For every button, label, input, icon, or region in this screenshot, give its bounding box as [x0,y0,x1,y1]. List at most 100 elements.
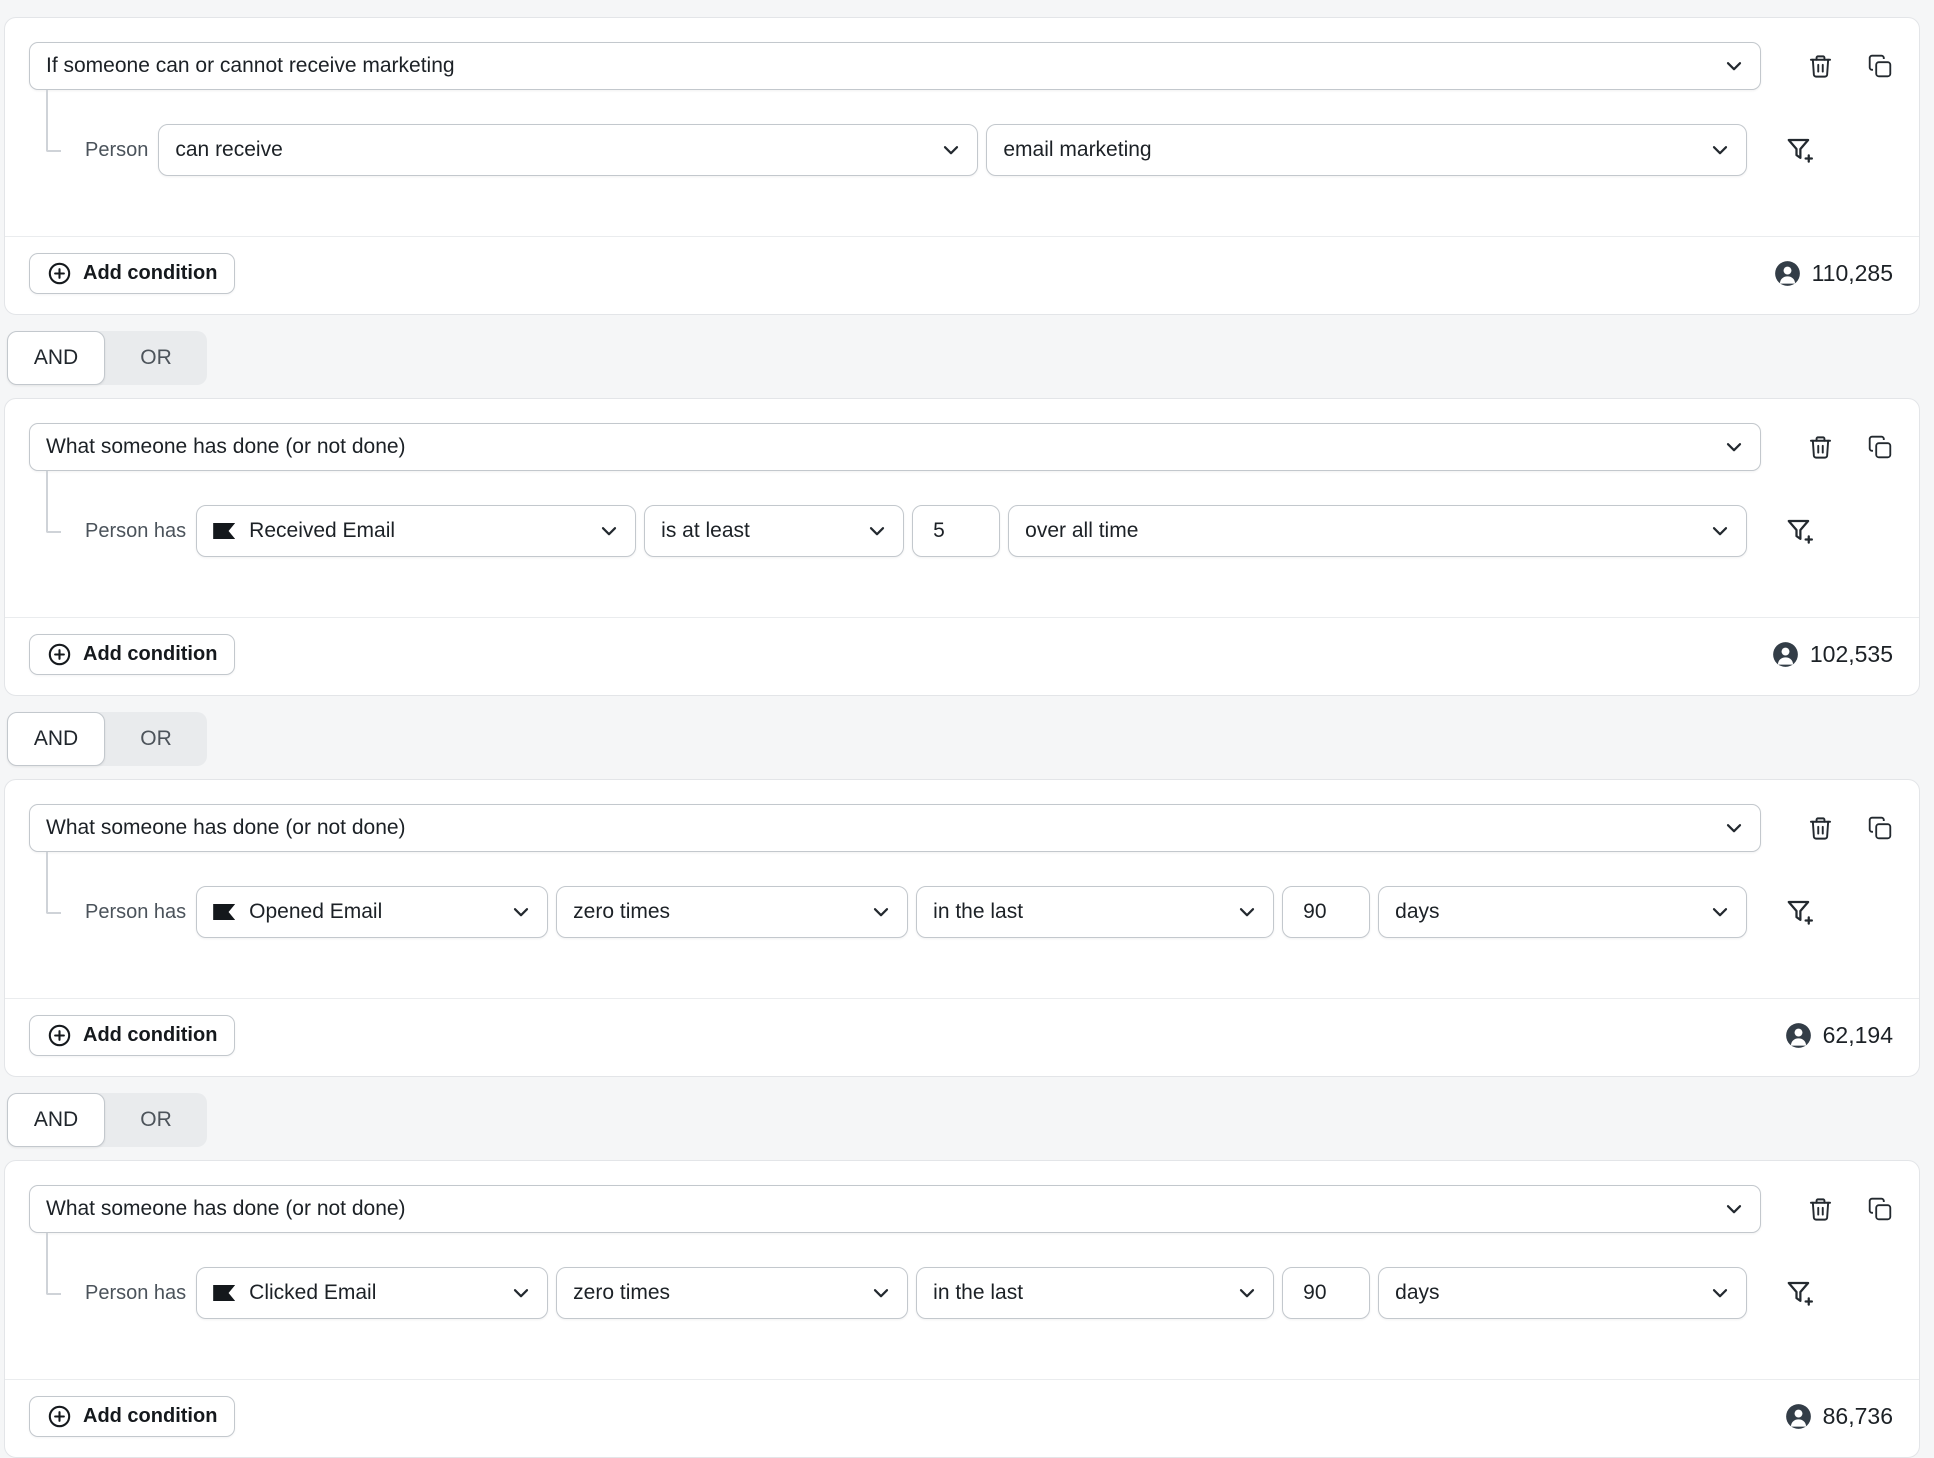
tree-connector [46,1233,61,1295]
tree-connector [46,852,61,914]
condition-row: Person has Received Emailis at leastover… [85,505,1815,557]
condition-type-select[interactable]: If someone can or cannot receive marketi… [29,42,1761,90]
filter-plus-icon [1785,897,1815,927]
delete-group-button[interactable] [1807,1196,1834,1223]
copy-icon [1867,815,1893,841]
chevron-down-icon [509,1281,533,1305]
person-count-icon [1774,260,1801,287]
chevron-down-icon [869,1281,893,1305]
duplicate-group-button[interactable] [1866,1196,1893,1223]
field-select[interactable]: in the last [916,886,1274,938]
condition-type-select[interactable]: What someone has done (or not done) [29,1185,1761,1233]
copy-icon [1867,434,1893,460]
condition-row: Person can receiveemail marketing [85,124,1815,176]
trash-icon [1807,815,1834,842]
field-select-value: Opened Email [249,900,495,924]
add-condition-button[interactable]: Add condition [29,253,235,294]
row-subject-label: Person [85,139,148,162]
field-select[interactable]: days [1378,1267,1747,1319]
delete-group-button[interactable] [1807,815,1834,842]
field-select[interactable]: days [1378,886,1747,938]
condition-type-select[interactable]: What someone has done (or not done) [29,423,1761,471]
field-select[interactable]: email marketing [986,124,1747,176]
or-toggle-button[interactable]: OR [105,712,207,766]
condition-group-body: What someone has done (or not done) [5,1161,1919,1379]
filter-plus-icon [1785,516,1815,546]
field-select[interactable]: is at least [644,505,904,557]
add-condition-button[interactable]: Add condition [29,634,235,675]
plus-circle-icon [47,261,72,286]
add-event-filter-button[interactable] [1785,135,1815,165]
plus-circle-icon [47,1023,72,1048]
field-number-input[interactable] [1282,1267,1370,1319]
condition-type-row: If someone can or cannot receive marketi… [29,42,1893,90]
add-event-filter-button[interactable] [1785,897,1815,927]
condition-type-row: What someone has done (or not done) [29,1185,1893,1233]
condition-group-card: What someone has done (or not done) [4,779,1920,1077]
condition-type-row: What someone has done (or not done) [29,804,1893,852]
add-condition-button[interactable]: Add condition [29,1396,235,1437]
field-select[interactable]: can receive [158,124,978,176]
event-flag-icon [213,904,235,920]
chevron-down-icon [1722,435,1746,459]
or-toggle-button[interactable]: OR [105,1093,207,1147]
audience-count-value: 86,736 [1823,1403,1893,1430]
row-subject-label: Person has [85,1282,186,1305]
condition-group-footer: Add condition 62,194 [5,998,1919,1076]
copy-icon [1867,53,1893,79]
duplicate-group-button[interactable] [1866,815,1893,842]
field-select[interactable]: over all time [1008,505,1747,557]
field-select[interactable]: Clicked Email [196,1267,548,1319]
field-number-input[interactable] [1282,886,1370,938]
condition-type-value: What someone has done (or not done) [46,1197,1708,1221]
field-select-value: Clicked Email [249,1281,495,1305]
person-count-icon [1785,1022,1812,1049]
condition-row: Person has Opened Email zero timesin the … [85,886,1815,938]
chevron-down-icon [1708,900,1732,924]
and-toggle-button[interactable]: AND [7,331,105,385]
audience-count: 86,736 [1785,1403,1893,1430]
field-select-value: in the last [933,1281,1221,1305]
segment-condition-builder: If someone can or cannot receive marketi… [0,0,1934,1458]
add-event-filter-button[interactable] [1785,1278,1815,1308]
condition-group-card: What someone has done (or not done) [4,1160,1920,1458]
delete-group-button[interactable] [1807,434,1834,461]
condition-type-select[interactable]: What someone has done (or not done) [29,804,1761,852]
and-toggle-button[interactable]: AND [7,1093,105,1147]
condition-group-card: What someone has done (or not done) [4,398,1920,696]
chevron-down-icon [509,900,533,924]
chevron-down-icon [939,138,963,162]
duplicate-group-button[interactable] [1866,53,1893,80]
chevron-down-icon [597,519,621,543]
field-select[interactable]: Received Email [196,505,636,557]
person-count-icon [1785,1403,1812,1430]
field-number-input[interactable] [912,505,1000,557]
chevron-down-icon [1722,54,1746,78]
person-count-icon [1772,641,1799,668]
add-condition-label: Add condition [83,643,217,666]
and-toggle-button[interactable]: AND [7,712,105,766]
filter-plus-icon [1785,1278,1815,1308]
condition-type-value: What someone has done (or not done) [46,435,1708,459]
condition-group-body: What someone has done (or not done) [5,399,1919,617]
delete-group-button[interactable] [1807,53,1834,80]
audience-count: 110,285 [1774,260,1893,287]
field-select-value: days [1395,1281,1694,1305]
plus-circle-icon [47,642,72,667]
field-select[interactable]: zero times [556,1267,908,1319]
field-select[interactable]: in the last [916,1267,1274,1319]
add-condition-label: Add condition [83,1405,217,1428]
field-select[interactable]: Opened Email [196,886,548,938]
tree-connector [46,90,61,152]
duplicate-group-button[interactable] [1866,434,1893,461]
condition-group-card: If someone can or cannot receive marketi… [4,17,1920,315]
condition-group-footer: Add condition 110,285 [5,236,1919,314]
condition-type-value: If someone can or cannot receive marketi… [46,54,1708,78]
or-toggle-button[interactable]: OR [105,331,207,385]
row-subject-label: Person has [85,901,186,924]
add-condition-button[interactable]: Add condition [29,1015,235,1056]
add-event-filter-button[interactable] [1785,516,1815,546]
audience-count-value: 102,535 [1810,641,1893,668]
field-select[interactable]: zero times [556,886,908,938]
logic-operator-toggle: AND OR [7,1093,207,1147]
